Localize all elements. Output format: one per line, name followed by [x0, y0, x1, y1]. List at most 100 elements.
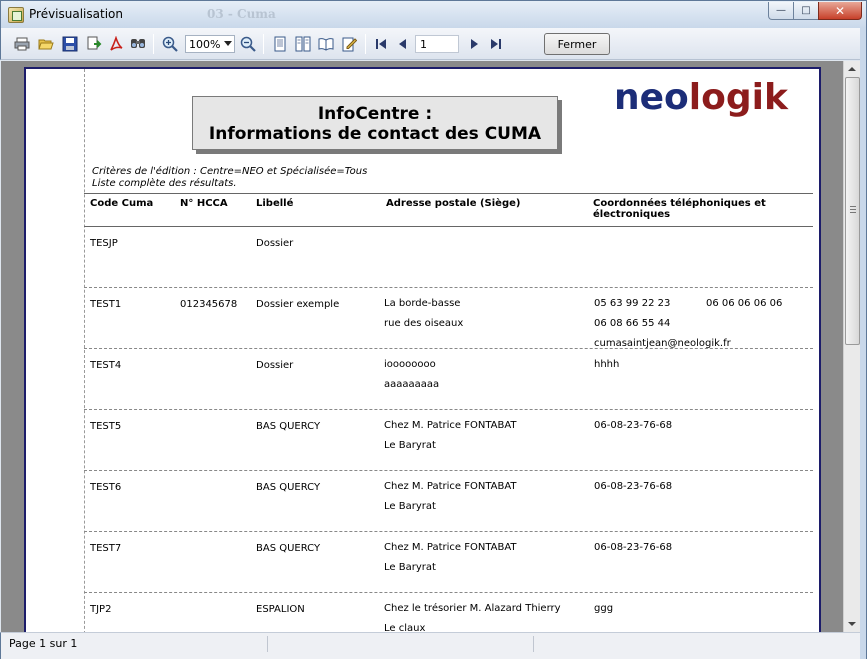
single-page-button[interactable] [271, 35, 289, 53]
next-page-button[interactable] [465, 35, 483, 53]
cell-hcca: 012345678 [180, 299, 238, 310]
header-coordonnees-line1: Coordonnées téléphoniques et [593, 198, 766, 209]
cell-address-line2: Le Baryrat [384, 562, 436, 573]
zoom-in-icon [162, 36, 178, 52]
cell-libelle: Dossier exemple [256, 299, 340, 310]
next-page-icon [471, 39, 478, 49]
cell-code-cuma: TEST1 [90, 299, 122, 310]
zoom-out-button[interactable] [239, 35, 257, 53]
cell-libelle: Dossier [256, 238, 294, 249]
edit-icon [342, 37, 357, 52]
cell-address-line1: La borde-basse [384, 298, 461, 309]
vertical-scrollbar[interactable] [843, 61, 860, 632]
book-view-button[interactable] [317, 35, 335, 53]
cell-address-line1: Chez M. Patrice FONTABAT [384, 420, 517, 431]
header-code-cuma: Code Cuma [90, 198, 154, 209]
single-page-icon [274, 36, 286, 52]
cell-phone-1b: 06 06 06 06 06 [706, 298, 783, 309]
cell-address-line1: Chez M. Patrice FONTABAT [384, 542, 517, 553]
close-preview-button[interactable]: Fermer [544, 33, 610, 55]
logo-text-logik: logik [688, 77, 788, 118]
table-header: Code Cuma N° HCCA Libellé Adresse postal… [84, 193, 813, 227]
grip-icon [850, 206, 856, 213]
pdf-export-button[interactable] [107, 35, 125, 53]
table-row: TEST4 Dossier ioooooooo aaaaaaaaa hhhh [84, 349, 813, 410]
cell-code-cuma: TJP2 [90, 604, 112, 615]
cell-address-line2: rue des oiseaux [384, 318, 464, 329]
cell-address-line2: Le Baryrat [384, 501, 436, 512]
cell-address-line1: ioooooooo [384, 359, 436, 370]
preview-area: neologik InfoCentre : Informations de co… [1, 61, 843, 632]
maximize-button[interactable]: □ [793, 2, 819, 20]
report-title-box: InfoCentre : Informations de contact des… [192, 96, 558, 150]
report-title-line1: InfoCentre : [317, 104, 433, 124]
cell-libelle: ESPALION [256, 604, 305, 615]
header-coordonnees-line2: électroniques [593, 209, 671, 220]
cell-phone-1: 06-08-23-76-68 [594, 420, 673, 431]
page-number-input[interactable]: 1 [415, 35, 459, 53]
print-button[interactable] [13, 35, 31, 53]
toolbar-separator [365, 34, 366, 54]
zoom-in-button[interactable] [161, 35, 179, 53]
report-title-line2: Informations de contact des CUMA [208, 124, 542, 144]
cell-phone-1: 05 63 99 22 23 [594, 298, 671, 309]
zoom-value: 100% [189, 38, 221, 51]
table-row: TJP2 ESPALION Chez le trésorier M. Alazard… [84, 593, 813, 632]
edit-button[interactable] [340, 35, 358, 53]
arrow-down-icon [848, 622, 856, 626]
report-criteria: Critères de l'édition : Centre=NEO et Sp… [92, 166, 367, 190]
header-libelle: Libellé [256, 198, 294, 209]
header-adresse: Adresse postale (Siège) [386, 198, 521, 209]
book-icon [318, 38, 334, 51]
report-page: neologik InfoCentre : Informations de co… [24, 67, 821, 632]
scroll-thumb[interactable] [845, 77, 860, 345]
cell-phone-2: 06 08 66 55 44 [594, 318, 671, 329]
toolbar-separator [263, 34, 264, 54]
cell-address-line1: Chez le trésorier M. Alazard Thierry [384, 603, 561, 614]
export-button[interactable] [85, 35, 103, 53]
table-row: TESJP Dossier [84, 227, 813, 288]
zoom-out-icon [240, 36, 256, 52]
cell-address-line2: Le Baryrat [384, 440, 436, 451]
last-page-button[interactable] [487, 35, 505, 53]
arrow-up-icon [848, 67, 856, 71]
close-icon: ✕ [834, 3, 846, 18]
criteria-line: Critères de l'édition : Centre=NEO et Sp… [92, 166, 368, 177]
prev-page-button[interactable] [394, 35, 412, 53]
page-info: Page 1 sur 1 [9, 637, 78, 650]
cell-libelle: Dossier [256, 360, 294, 371]
prev-page-icon [399, 39, 406, 49]
export-icon [87, 36, 102, 50]
cell-address-line2: aaaaaaaaa [384, 379, 440, 390]
cell-libelle: BAS QUERCY [256, 543, 321, 554]
multi-page-button[interactable] [294, 35, 312, 53]
close-window-button[interactable]: ✕ [818, 2, 862, 20]
table-row: TEST1 012345678 Dossier exemple La borde-ba… [84, 288, 813, 349]
table-row: TEST7 BAS QUERCY Chez M. Patrice FONTABAT L… [84, 532, 813, 593]
cell-code-cuma: TEST4 [90, 360, 122, 371]
open-button[interactable] [37, 35, 55, 53]
cell-code-cuma: TEST7 [90, 543, 122, 554]
scroll-down-button[interactable] [844, 616, 860, 632]
header-coordonnees: Coordonnées téléphoniques et électroniqu… [593, 198, 766, 220]
find-button[interactable] [129, 35, 147, 53]
multi-page-icon [295, 36, 311, 52]
print-icon [14, 37, 30, 51]
window-title: Prévisualisation [29, 7, 123, 21]
table-row: TEST6 BAS QUERCY Chez M. Patrice FONTABAT L… [84, 471, 813, 532]
save-button[interactable] [61, 35, 79, 53]
table-body: TESJP Dossier TEST1 012345678 Dossier exempl… [84, 227, 813, 632]
table-row: TEST5 BAS QUERCY Chez M. Patrice FONTABAT L… [84, 410, 813, 471]
zoom-select[interactable]: 100% [185, 35, 235, 53]
cell-address-line2: Le claux [384, 623, 426, 632]
minimize-icon: — [776, 5, 786, 16]
minimize-button[interactable]: — [768, 2, 794, 20]
scroll-up-button[interactable] [844, 61, 860, 77]
status-bar: Page 1 sur 1 [0, 632, 860, 659]
maximize-icon: □ [801, 5, 811, 16]
status-divider [267, 636, 268, 652]
chevron-down-icon [224, 41, 232, 46]
first-page-button[interactable] [372, 35, 390, 53]
cell-code-cuma: TEST6 [90, 482, 122, 493]
toolbar: 100% 1 Fermer [0, 28, 867, 60]
